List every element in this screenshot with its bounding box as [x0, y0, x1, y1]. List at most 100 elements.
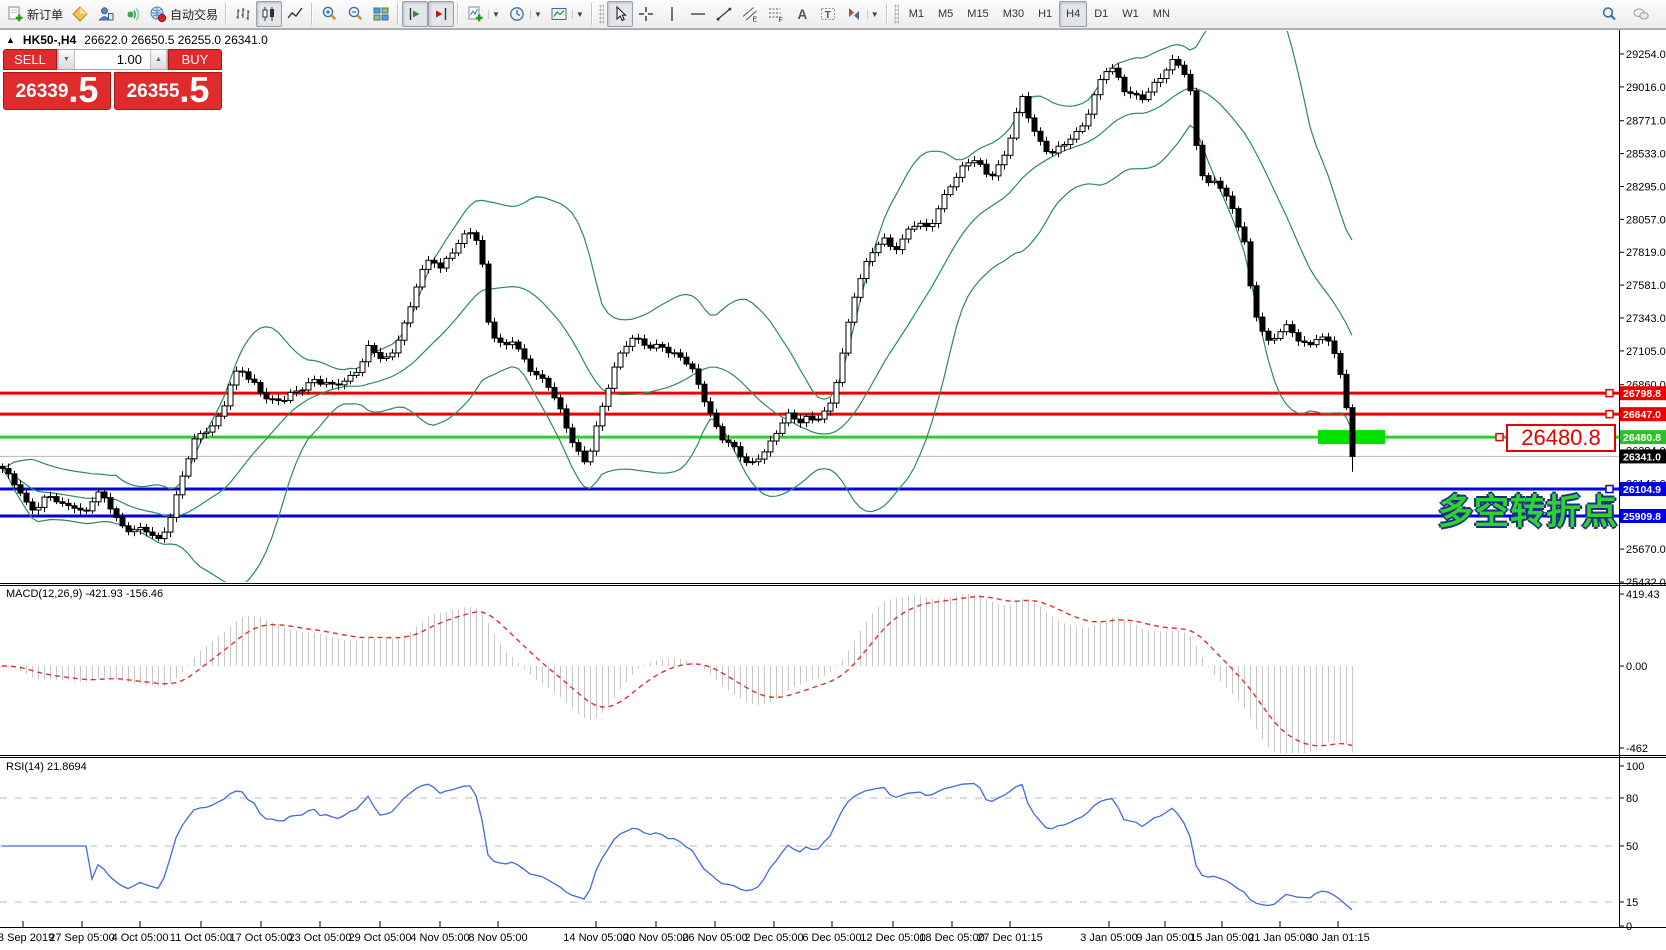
buy-price[interactable]: 26355.5 — [114, 72, 222, 110]
equidistant-channel-button[interactable]: E — [737, 1, 763, 27]
auto-scroll-icon — [406, 5, 424, 23]
templates-button[interactable]: ▼ — [546, 1, 588, 27]
timeframe-W1[interactable]: W1 — [1115, 1, 1146, 27]
sell-price-int: 26339 — [16, 77, 69, 107]
chevron-down-icon[interactable]: ▼ — [530, 10, 542, 19]
svg-text:26798.8: 26798.8 — [1623, 388, 1661, 400]
autotrading-button[interactable]: 自动交易 — [145, 1, 222, 27]
fibo-icon: F — [767, 5, 785, 23]
zoom-out-icon — [346, 5, 364, 23]
collapse-arrow-icon[interactable]: ▲ — [6, 35, 15, 45]
price-callout[interactable]: 26480.8 — [1506, 424, 1616, 452]
bar-chart-button[interactable] — [230, 1, 256, 27]
buy-price-int: 26355 — [127, 77, 180, 107]
timeframe-M15[interactable]: M15 — [960, 1, 995, 27]
svg-text:50: 50 — [1626, 841, 1638, 853]
svg-text:3 Jan 05:00: 3 Jan 05:00 — [1080, 932, 1138, 944]
auto-scroll-button[interactable] — [402, 1, 428, 27]
svg-text:12 Dec 05:00: 12 Dec 05:00 — [860, 932, 925, 944]
timeframe-M5[interactable]: M5 — [931, 1, 960, 27]
sell-price[interactable]: 26339.5 — [3, 72, 111, 110]
svg-text:27581.0: 27581.0 — [1626, 280, 1666, 292]
svg-text:28771.0: 28771.0 — [1626, 116, 1666, 128]
timeframe-D1[interactable]: D1 — [1087, 1, 1115, 27]
indicators-icon — [466, 5, 484, 23]
market-watch-button[interactable] — [93, 1, 119, 27]
toolbar-separator — [225, 3, 227, 25]
svg-text:23 Oct 05:00: 23 Oct 05:00 — [289, 932, 352, 944]
text-label-button[interactable]: T — [815, 1, 841, 27]
trendline-icon — [715, 5, 733, 23]
toolbar-separator — [397, 3, 399, 25]
volume-stepper: ▼ 1.00 ▲ — [57, 49, 168, 70]
sell-button[interactable]: SELL — [3, 49, 57, 70]
svg-text:28533.0: 28533.0 — [1626, 149, 1666, 161]
svg-text:25670.0: 25670.0 — [1626, 544, 1666, 556]
buy-button[interactable]: BUY — [168, 49, 222, 70]
buy-price-frac: .5 — [179, 73, 209, 107]
cursor-icon — [611, 5, 629, 23]
vline-icon — [663, 5, 681, 23]
new-order-button[interactable]: 新订单 — [2, 1, 67, 27]
hline-icon — [689, 5, 707, 23]
search-button[interactable] — [1596, 1, 1622, 27]
tile-windows-button[interactable] — [368, 1, 394, 27]
chart-bars-icon — [234, 5, 252, 23]
clock-icon — [508, 5, 526, 23]
timeframe-MN[interactable]: MN — [1146, 1, 1177, 27]
signal-icon — [123, 5, 141, 23]
timeframe-H4[interactable]: H4 — [1059, 1, 1087, 27]
toolbar-separator — [591, 3, 593, 25]
candlestick-chart-button[interactable] — [256, 1, 282, 27]
globe-icon — [149, 5, 167, 23]
annotation-text[interactable]: 多空转折点 — [1438, 484, 1618, 535]
svg-text:25909.8: 25909.8 — [1623, 511, 1661, 523]
person-icon — [97, 5, 115, 23]
indicators-button[interactable]: ▼ — [462, 1, 504, 27]
svg-text:15 Jan 05:00: 15 Jan 05:00 — [1190, 932, 1254, 944]
gold-diamond-icon — [71, 5, 89, 23]
chevron-down-icon[interactable]: ▼ — [867, 10, 879, 19]
chart-symbol-header[interactable]: ▲ HK50-,H4 26622.0 26650.5 26255.0 26341… — [6, 33, 268, 47]
text-button[interactable]: A — [789, 1, 815, 27]
svg-text:T: T — [825, 10, 831, 21]
volume-decrease-button[interactable]: ▼ — [58, 50, 75, 69]
svg-text:28057.0: 28057.0 — [1626, 214, 1666, 226]
chart-canvas[interactable]: 29254.029016.028771.028533.028295.028057… — [0, 0, 1666, 950]
chat-button[interactable] — [1628, 1, 1654, 27]
label-t-icon: T — [819, 5, 837, 23]
crosshair-button[interactable] — [633, 1, 659, 27]
chart-shift-button[interactable] — [428, 1, 454, 27]
timeframe-M30[interactable]: M30 — [996, 1, 1031, 27]
svg-text:27105.0: 27105.0 — [1626, 346, 1666, 358]
trendline-button[interactable] — [711, 1, 737, 27]
svg-text:14 Nov 05:00: 14 Nov 05:00 — [563, 932, 628, 944]
fibonacci-button[interactable]: F — [763, 1, 789, 27]
vertical-line-button[interactable] — [659, 1, 685, 27]
signals-button[interactable] — [119, 1, 145, 27]
toolbar-drag-handle — [894, 4, 899, 24]
callout-anchor — [1496, 434, 1503, 441]
svg-text:100: 100 — [1626, 761, 1644, 773]
svg-text:6 Dec 05:00: 6 Dec 05:00 — [802, 932, 861, 944]
volume-increase-button[interactable]: ▲ — [150, 50, 167, 69]
line-chart-button[interactable] — [282, 1, 308, 27]
tile-icon — [372, 5, 390, 23]
svg-text:A: A — [797, 7, 807, 22]
metaeditor-button[interactable] — [67, 1, 93, 27]
svg-text:26104.9: 26104.9 — [1623, 484, 1661, 496]
zoom-in-button[interactable] — [316, 1, 342, 27]
timeframe-M1[interactable]: M1 — [902, 1, 931, 27]
arrows-button[interactable]: ▼ — [841, 1, 883, 27]
cursor-button[interactable] — [607, 1, 633, 27]
periods-button[interactable]: ▼ — [504, 1, 546, 27]
zoom-out-button[interactable] — [342, 1, 368, 27]
chevron-down-icon[interactable]: ▼ — [572, 10, 584, 19]
toolbar: 新订单 自动交易 ▼ ▼ ▼ EFA T ▼ M1M5M15M30H1H4D1W1MN — [0, 0, 1666, 29]
volume-value[interactable]: 1.00 — [75, 50, 150, 69]
horizontal-line-button[interactable] — [685, 1, 711, 27]
toolbar-drag-handle — [599, 4, 604, 24]
chevron-down-icon[interactable]: ▼ — [488, 10, 500, 19]
timeframe-H1[interactable]: H1 — [1031, 1, 1059, 27]
svg-text:18 Dec 05:00: 18 Dec 05:00 — [919, 932, 984, 944]
